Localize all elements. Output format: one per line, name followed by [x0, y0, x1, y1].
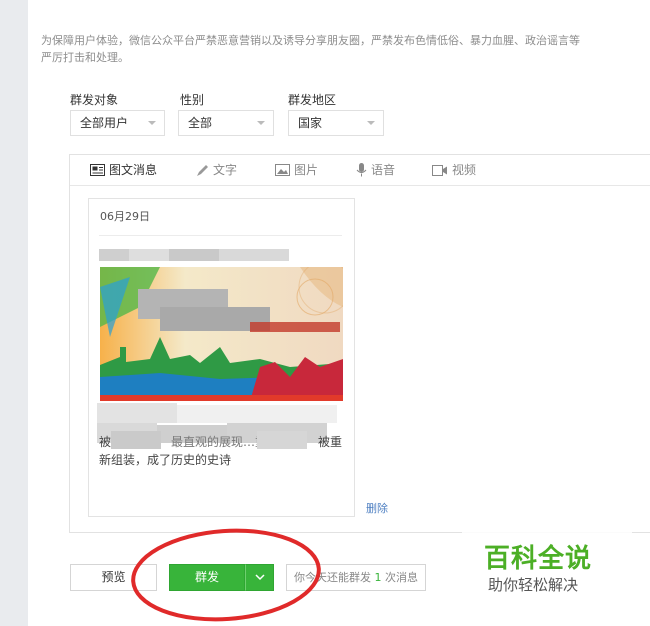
watermark-subtitle: 助你轻松解决 [488, 576, 579, 594]
watermark-title: 百科全说 [484, 544, 593, 574]
watermark: 百科全说 助你轻松解决 [462, 528, 632, 600]
